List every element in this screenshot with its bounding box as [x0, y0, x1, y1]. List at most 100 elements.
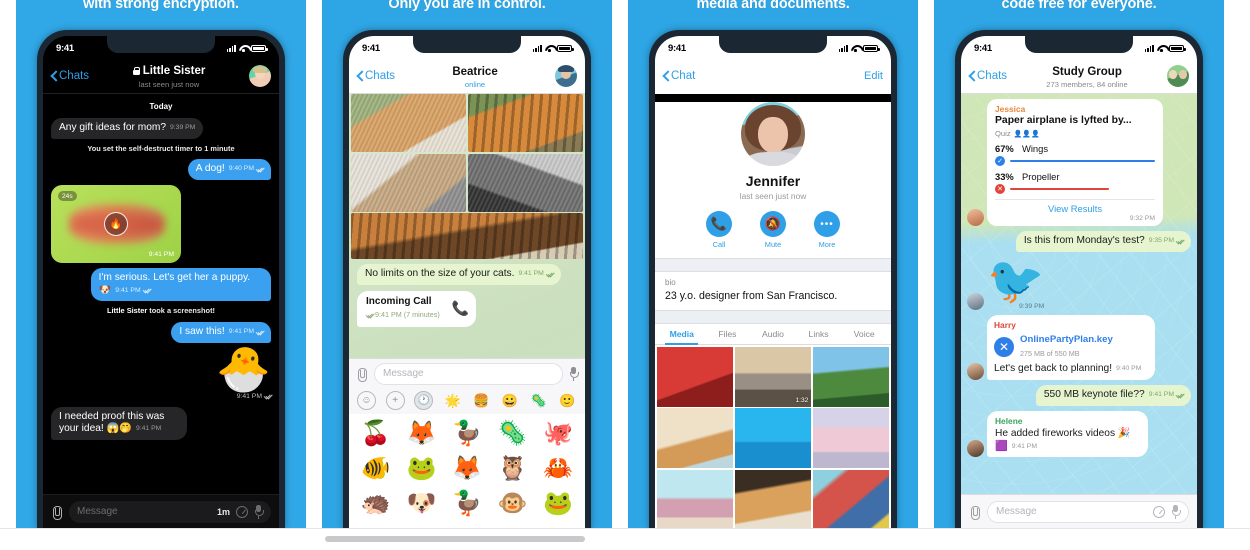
contact-avatar[interactable]: [249, 64, 271, 87]
album-photo-tiger-2[interactable]: [351, 213, 583, 259]
sticker-pack-tab[interactable]: 🍔: [472, 391, 491, 410]
media-item-toast[interactable]: [656, 408, 734, 468]
horizontal-scrollbar[interactable]: [325, 536, 585, 542]
media-tab-bar[interactable]: Media Files Audio Links Voice: [655, 324, 891, 345]
sticker-item[interactable]: 🐸: [536, 487, 580, 520]
sticker-item[interactable]: 🦔: [354, 487, 398, 520]
tab-voice[interactable]: Voice: [841, 324, 887, 344]
chat-area-1[interactable]: Today Any gift ideas for mom? 9:39 PM You…: [43, 94, 279, 528]
avatar[interactable]: [967, 209, 984, 226]
chat-title-block[interactable]: Study Group 273 members, 84 online: [1007, 62, 1167, 89]
message-bubble-outgoing[interactable]: Is this from Monday's test? 9:35 PM: [1015, 231, 1191, 252]
screenshot-panel-strip[interactable]: with strong encryption. 9:41 Chats Littl…: [0, 0, 1250, 528]
message-input-bar-1[interactable]: Message 1m: [43, 494, 279, 528]
microphone-icon[interactable]: [254, 505, 265, 519]
media-item-red-car[interactable]: [656, 346, 734, 407]
sticker-item[interactable]: 🐙: [536, 417, 580, 450]
call-action-button[interactable]: 📞 Call: [706, 211, 732, 249]
message-input-4[interactable]: Message: [987, 500, 1189, 523]
mute-action-button[interactable]: 🔕 Mute: [760, 211, 786, 249]
sticker-message[interactable]: 🐣: [216, 347, 271, 392]
back-button[interactable]: Chats: [51, 70, 89, 82]
self-destruct-timer-icon[interactable]: [1153, 505, 1165, 518]
sticker-item[interactable]: 🦊: [445, 452, 489, 485]
sticker-keyboard[interactable]: Message ☺ + 🕐 🌟 🍔 😀 🦠 🙂 🍒 🦊 🦆 🦠 🐙 🐠 🐸 🦊 …: [349, 358, 585, 528]
photo-album[interactable]: [349, 94, 585, 259]
chat-title-block[interactable]: Beatrice online: [395, 62, 555, 89]
more-action-button[interactable]: ••• More: [814, 211, 840, 249]
message-bubble-incoming[interactable]: Helene He added fireworks videos 🎉🟪 9:41 …: [987, 410, 1149, 458]
message-bubble-incoming[interactable]: Any gift ideas for mom? 9:39 PM: [51, 118, 204, 139]
message-bubble-outgoing[interactable]: I'm serious. Let's get her a puppy. 🐶 9:4…: [90, 268, 271, 302]
sticker-item[interactable]: 🦠: [491, 417, 535, 450]
media-item-pool[interactable]: [734, 408, 812, 468]
message-bubble-incoming[interactable]: I needed proof this was your idea! 😱🤭 9:4…: [51, 406, 188, 440]
paperclip-icon[interactable]: [51, 505, 63, 520]
album-photo-tiger-1[interactable]: [467, 94, 583, 152]
message-input-bar-2[interactable]: Message: [349, 358, 585, 388]
message-input-1[interactable]: Message 1m: [69, 500, 271, 523]
tab-media[interactable]: Media: [659, 324, 705, 345]
media-grid[interactable]: 1:32: [655, 345, 891, 528]
screenshot-panel-2[interactable]: Only you are in control. 9:41 Chats Beat…: [322, 0, 612, 528]
sticker-item[interactable]: 🦉: [491, 452, 535, 485]
sticker-item[interactable]: 🦆: [445, 417, 489, 450]
tab-files[interactable]: Files: [705, 324, 751, 344]
album-photo-cat-3[interactable]: [467, 153, 583, 212]
message-bubble-outgoing[interactable]: I saw this! 9:41 PM: [171, 322, 271, 343]
poll-option-1[interactable]: 67% Wings ✓: [995, 143, 1155, 166]
self-destruct-photo[interactable]: 24s 🔥 9:41 PM: [51, 185, 181, 264]
edit-button[interactable]: Edit: [864, 70, 883, 82]
poll-card[interactable]: Jessica Paper airplane is lyfted by... Q…: [987, 99, 1163, 226]
sticker-item[interactable]: 🦊: [400, 417, 444, 450]
sticker-pack-tab[interactable]: 🌟: [443, 391, 462, 410]
sticker-pack-tab[interactable]: 🦠: [529, 391, 548, 410]
sticker-item[interactable]: 🐶: [400, 487, 444, 520]
phone-icon[interactable]: 📞: [452, 301, 469, 316]
self-destruct-timer-icon[interactable]: [236, 505, 248, 518]
chat-title-block[interactable]: Little Sister last seen just now: [89, 62, 249, 89]
sticker-tab-bar[interactable]: ☺ + 🕐 🌟 🍔 😀 🦠 🙂: [349, 388, 585, 414]
sticker-item[interactable]: 🦆: [445, 487, 489, 520]
media-item-donuts[interactable]: [812, 408, 890, 468]
sticker-pack-tab[interactable]: 🙂: [558, 391, 577, 410]
view-results-link[interactable]: View Results: [995, 199, 1155, 214]
message-bubble-outgoing[interactable]: No limits on the size of your cats. 9:41 …: [357, 264, 561, 285]
message-bubble-outgoing[interactable]: A dog! 9:40 PM: [187, 159, 271, 181]
contact-avatar[interactable]: [555, 64, 577, 87]
back-button[interactable]: Chat: [663, 70, 695, 82]
media-item-mountains[interactable]: [812, 346, 890, 407]
bio-section[interactable]: bio 23 y.o. designer from San Francisco.: [655, 272, 891, 310]
message-input-bar-4[interactable]: Message: [961, 494, 1197, 528]
screenshot-panel-3[interactable]: media and documents. 9:41 Chat Edit Jenn…: [628, 0, 918, 528]
sticker-message[interactable]: 🐦: [987, 257, 1044, 303]
microphone-icon[interactable]: [569, 367, 580, 381]
album-photo-cat-1[interactable]: [351, 94, 467, 152]
chat-area-4[interactable]: Jessica Paper airplane is lyfted by... Q…: [961, 94, 1197, 528]
avatar[interactable]: [967, 362, 984, 380]
screenshot-panel-4[interactable]: code free for everyone. 9:41 Chats Study…: [934, 0, 1224, 528]
message-input-2[interactable]: Message: [374, 362, 563, 385]
avatar[interactable]: [967, 292, 984, 310]
paperclip-icon[interactable]: [969, 505, 981, 520]
media-item-flowers[interactable]: [656, 469, 734, 528]
group-avatar[interactable]: [1167, 64, 1189, 87]
media-item-road-video[interactable]: 1:32: [734, 346, 812, 407]
back-button[interactable]: Chats: [969, 70, 1007, 82]
add-icon[interactable]: +: [385, 391, 405, 410]
poll-option-2[interactable]: 33% Propeller ✕: [995, 171, 1155, 194]
file-attachment[interactable]: ✕ OnlinePartyPlan.key 275 MB of 550 MB: [994, 334, 1148, 360]
paperclip-icon[interactable]: [356, 367, 368, 382]
emoji-icon[interactable]: ☺: [357, 391, 376, 410]
ttl-indicator[interactable]: 1m: [217, 507, 230, 517]
message-bubble-file[interactable]: Harry ✕ OnlinePartyPlan.key 275 MB of 55…: [987, 314, 1155, 380]
sticker-item[interactable]: 🦀: [536, 452, 580, 485]
tab-links[interactable]: Links: [796, 324, 842, 344]
media-item-paint[interactable]: [812, 469, 890, 528]
sticker-grid[interactable]: 🍒 🦊 🦆 🦠 🐙 🐠 🐸 🦊 🦉 🦀 🦔 🐶 🦆 🐵 🐸: [349, 414, 585, 528]
recent-icon[interactable]: 🕐: [414, 391, 434, 410]
sticker-pack-tab[interactable]: 😀: [501, 391, 520, 410]
sticker-item[interactable]: 🐵: [491, 487, 535, 520]
profile-avatar[interactable]: [741, 102, 805, 166]
album-photo-cat-2[interactable]: [351, 153, 467, 212]
